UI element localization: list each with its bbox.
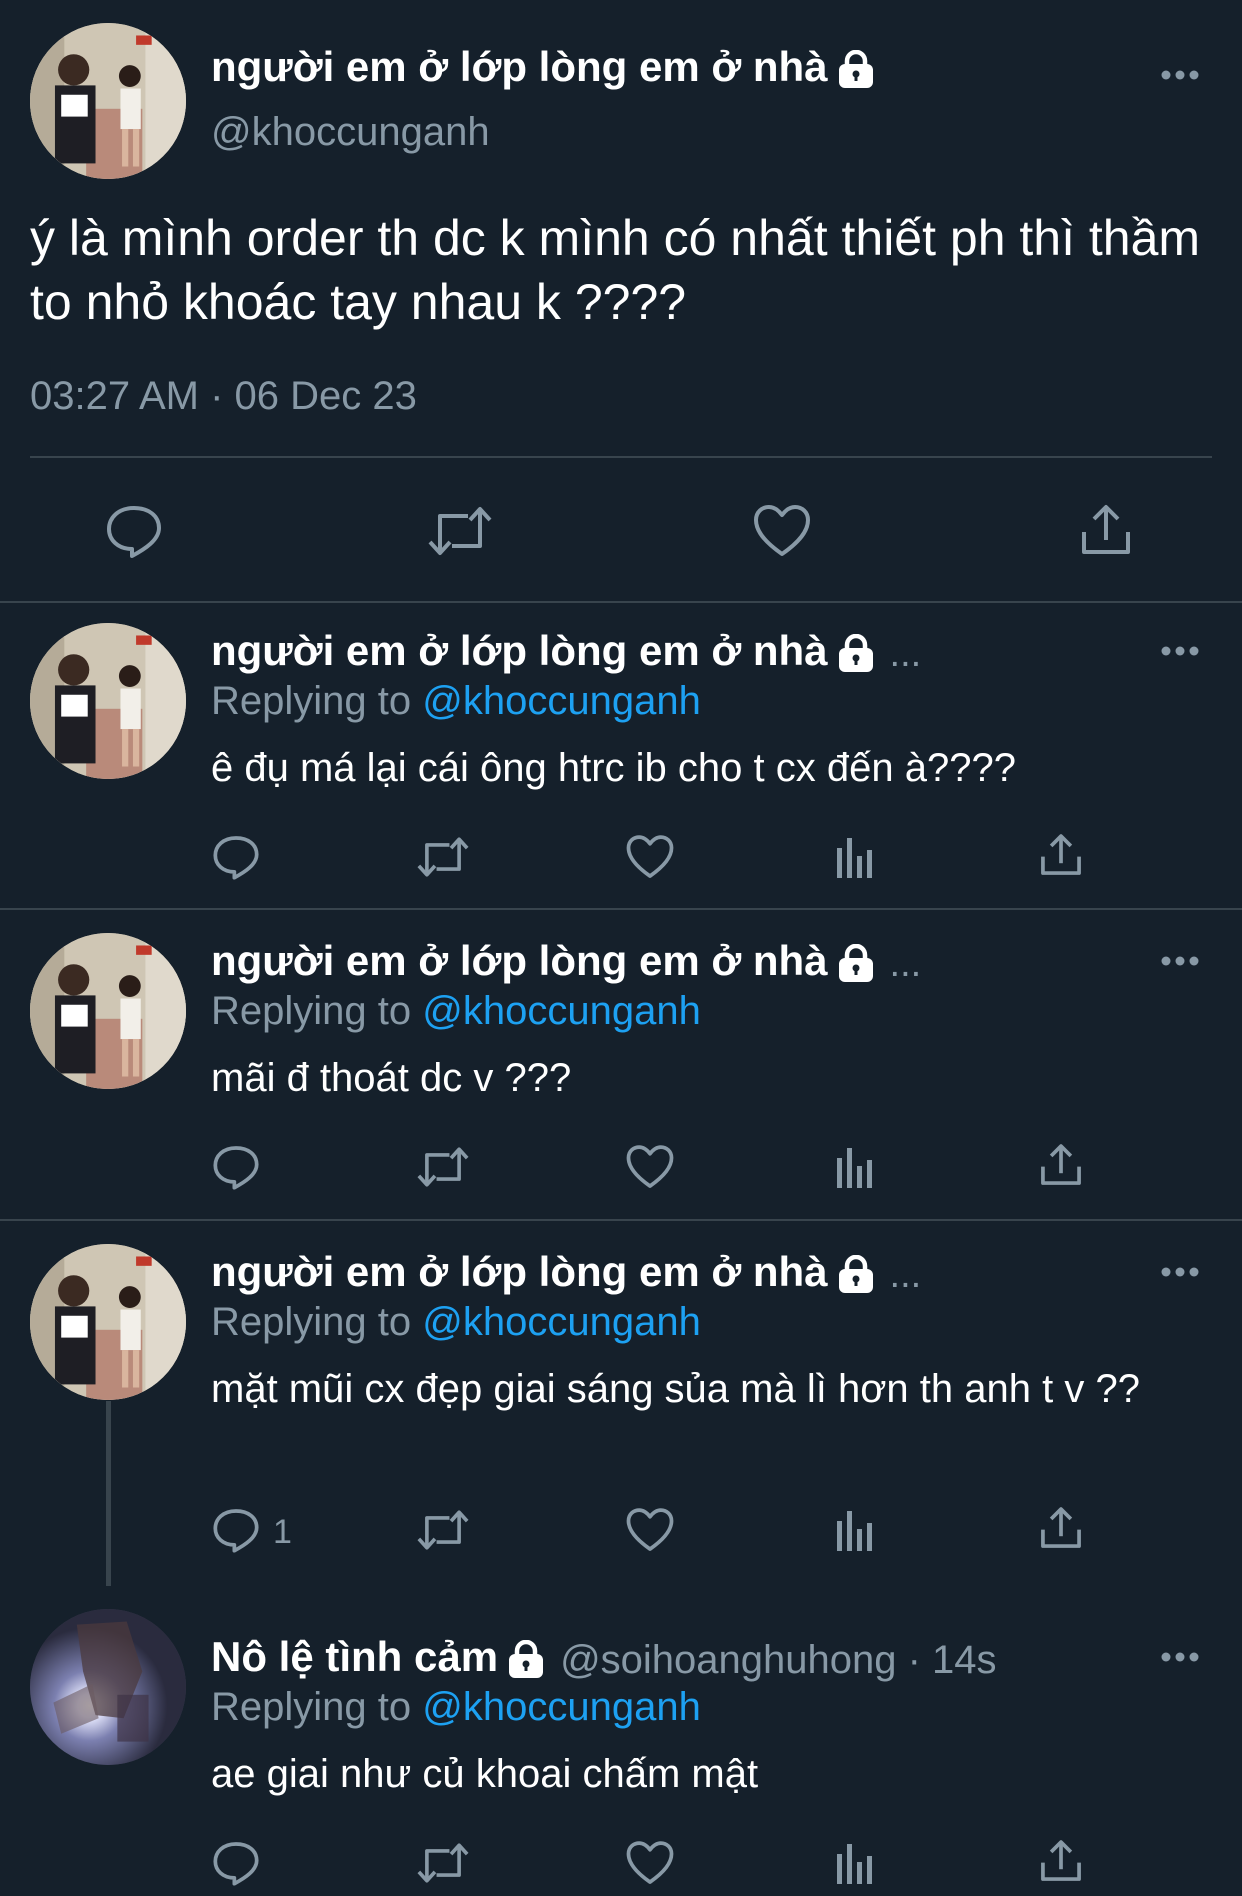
reply-tweet[interactable]: người em ở lớp lòng em ở nhà... Replying…	[0, 1221, 1242, 1586]
handle-and-time[interactable]: @soihoanghuhong · 14s	[560, 1638, 996, 1682]
name-overflow: ...	[889, 942, 922, 985]
replying-to: Replying to @khoccunganh	[211, 1687, 701, 1727]
display-name[interactable]: người em ở lớp lòng em ở nhà...	[211, 940, 921, 984]
reply-count: 1	[273, 1513, 292, 1551]
analytics-icon[interactable]	[835, 1840, 875, 1886]
avatar-image	[30, 623, 186, 779]
replying-to-label: Replying to	[211, 989, 412, 1033]
retweet-icon[interactable]	[414, 1507, 472, 1553]
reply-icon[interactable]	[212, 1144, 260, 1190]
main-tweet: người em ở lớp lòng em ở nhà @khoccungan…	[0, 0, 1242, 600]
replying-to-handle[interactable]: @khoccunganh	[422, 1300, 701, 1344]
display-name-text: người em ở lớp lòng em ở nhà	[211, 43, 828, 90]
lock-icon	[506, 1639, 546, 1680]
replying-to-label: Replying to	[211, 1300, 412, 1344]
display-name-text: người em ở lớp lòng em ở nhà	[211, 1248, 828, 1295]
replying-to: Replying to @khoccunganh	[211, 1302, 701, 1342]
name-overflow: ...	[889, 1253, 922, 1296]
more-options-icon[interactable]	[1160, 644, 1200, 658]
retweet-icon[interactable]	[414, 1840, 472, 1886]
lock-icon	[836, 633, 876, 674]
reply-tweet[interactable]: người em ở lớp lòng em ở nhà... Replying…	[0, 910, 1242, 1217]
share-icon[interactable]	[1038, 1838, 1084, 1884]
display-name-text: người em ở lớp lòng em ở nhà	[211, 937, 828, 984]
replying-to-handle[interactable]: @khoccunganh	[422, 1685, 701, 1729]
replying-to: Replying to @khoccunganh	[211, 681, 701, 721]
lock-icon	[836, 943, 876, 984]
like-icon[interactable]	[626, 1840, 674, 1886]
like-icon[interactable]	[626, 1144, 674, 1190]
more-options-icon[interactable]	[1160, 68, 1200, 82]
like-icon[interactable]	[626, 834, 674, 880]
avatar[interactable]	[30, 1609, 186, 1765]
share-icon[interactable]	[1038, 832, 1084, 878]
avatar-image	[30, 933, 186, 1089]
display-name[interactable]: người em ở lớp lòng em ở nhà	[211, 46, 876, 90]
avatar[interactable]	[30, 623, 186, 779]
replying-to-handle[interactable]: @khoccunganh	[422, 989, 701, 1033]
name-overflow: ...	[889, 632, 922, 675]
retweet-icon[interactable]	[414, 834, 472, 880]
more-options-icon[interactable]	[1160, 1265, 1200, 1279]
avatar-image	[30, 23, 186, 179]
retweet-icon[interactable]	[424, 504, 496, 558]
reply-icon[interactable]	[212, 834, 260, 880]
more-options-icon[interactable]	[1160, 1650, 1200, 1664]
replying-to: Replying to @khoccunganh	[211, 991, 701, 1031]
reply-text: ê đụ má lại cái ông htrc ib cho t cx đến…	[211, 746, 1016, 790]
replying-to-handle[interactable]: @khoccunganh	[422, 679, 701, 723]
avatar[interactable]	[30, 1244, 186, 1400]
like-icon[interactable]	[753, 504, 811, 558]
avatar-image	[30, 1609, 186, 1765]
retweet-icon[interactable]	[414, 1144, 472, 1190]
tweet-thread-page: người em ở lớp lòng em ở nhà @khoccungan…	[0, 0, 1242, 1896]
tweet-text: ý là mình order th dc k mình có nhất thi…	[30, 210, 1201, 330]
reply-icon[interactable]	[212, 1507, 260, 1553]
more-options-icon[interactable]	[1160, 954, 1200, 968]
analytics-icon[interactable]	[835, 1144, 875, 1190]
reply-text: ae giai như củ khoai chấm mật	[211, 1752, 759, 1796]
avatar[interactable]	[30, 933, 186, 1089]
like-icon[interactable]	[626, 1507, 674, 1553]
reply-tweet[interactable]: Nô lệ tình cảm @soihoanghuhong · 14s Repl…	[0, 1581, 1242, 1896]
analytics-icon[interactable]	[835, 834, 875, 880]
avatar-image	[30, 1244, 186, 1400]
divider	[30, 456, 1212, 458]
reply-icon[interactable]	[212, 1840, 260, 1886]
display-name[interactable]: người em ở lớp lòng em ở nhà...	[211, 630, 921, 674]
avatar[interactable]	[30, 23, 186, 179]
replying-to-label: Replying to	[211, 679, 412, 723]
handle[interactable]: @khoccunganh	[211, 112, 490, 152]
display-name-text: Nô lệ tình cảm	[211, 1633, 499, 1680]
share-icon[interactable]	[1038, 1142, 1084, 1188]
thread-connector	[106, 1401, 111, 1586]
reply-tweet[interactable]: người em ở lớp lòng em ở nhà... Replying…	[0, 603, 1242, 908]
tweet-timestamp[interactable]: 03:27 AM · 06 Dec 23	[30, 374, 417, 419]
replying-to-label: Replying to	[211, 1685, 412, 1729]
display-name[interactable]: người em ở lớp lòng em ở nhà...	[211, 1251, 921, 1295]
reply-icon[interactable]	[105, 504, 163, 558]
analytics-icon[interactable]	[835, 1507, 875, 1553]
reply-text: mặt mũi cx đẹp giai sáng sủa mà lì hơn t…	[211, 1367, 1140, 1411]
lock-icon	[836, 1254, 876, 1295]
share-icon[interactable]	[1038, 1505, 1084, 1551]
share-icon[interactable]	[1078, 502, 1134, 558]
reply-text: mãi đ thoát dc v ???	[211, 1056, 572, 1100]
display-name[interactable]: Nô lệ tình cảm @soihoanghuhong · 14s	[211, 1636, 997, 1680]
display-name-text: người em ở lớp lòng em ở nhà	[211, 627, 828, 674]
lock-icon	[836, 49, 876, 90]
